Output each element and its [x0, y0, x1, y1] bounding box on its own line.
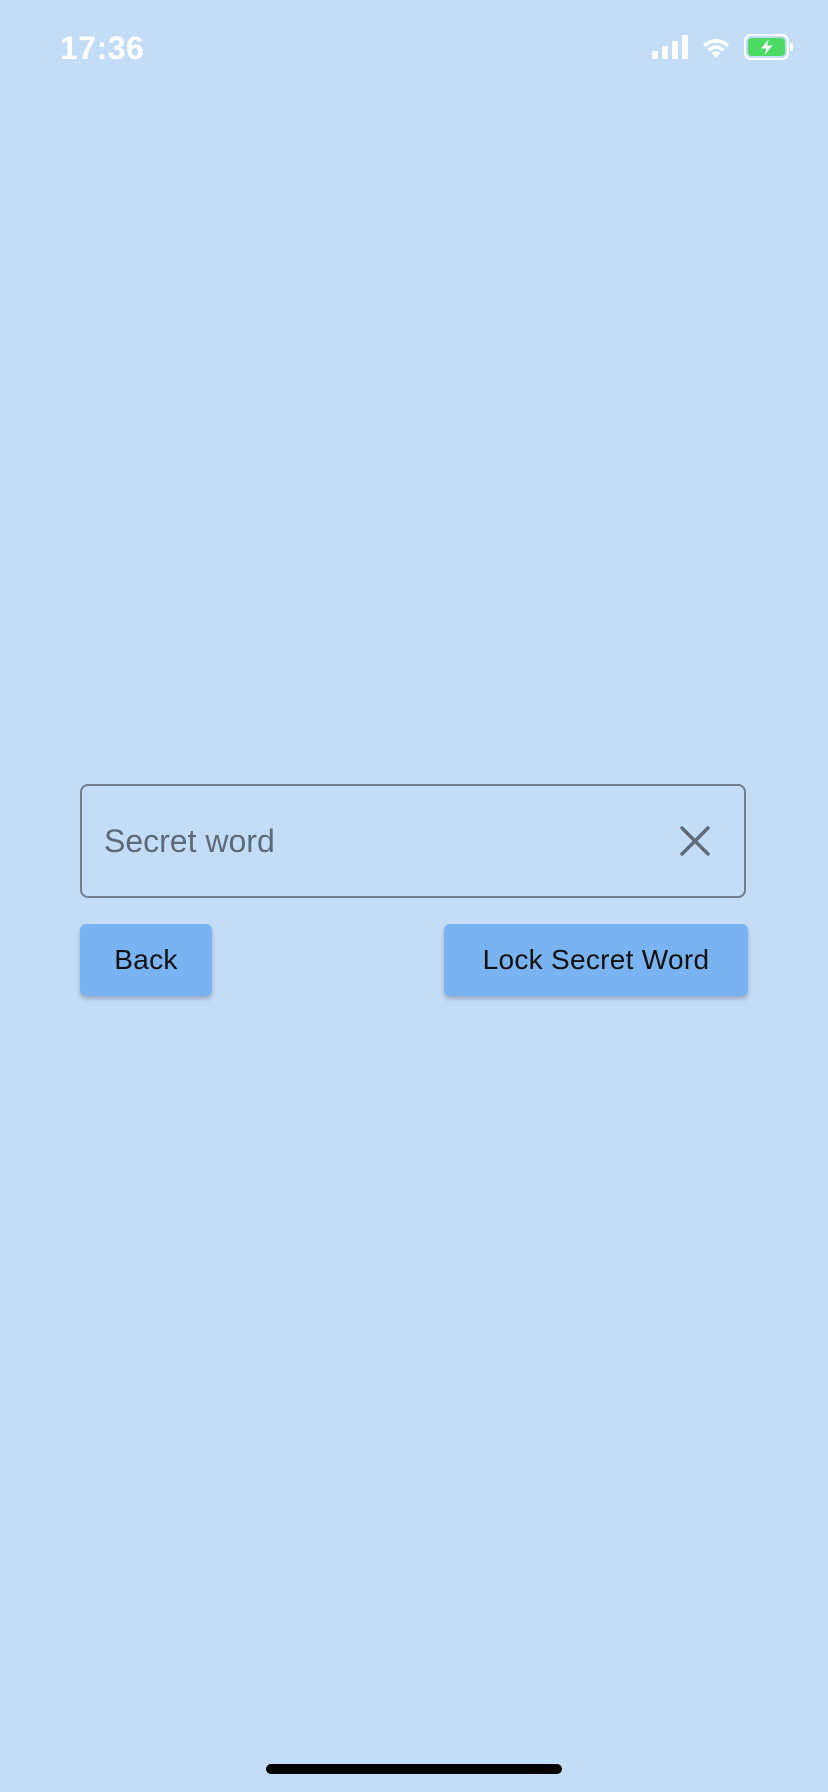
secret-word-input[interactable]	[104, 786, 644, 896]
home-indicator[interactable]	[266, 1764, 562, 1774]
cellular-signal-icon	[652, 34, 688, 64]
status-time: 17:36	[60, 30, 145, 66]
status-bar: 17:36	[0, 0, 828, 100]
battery-charging-icon	[744, 33, 794, 65]
wifi-icon	[700, 35, 732, 64]
secret-word-field[interactable]	[80, 784, 746, 898]
status-icons	[652, 33, 794, 65]
back-button[interactable]: Back	[80, 924, 212, 996]
close-icon[interactable]	[674, 820, 716, 862]
lock-secret-word-button[interactable]: Lock Secret Word	[444, 924, 748, 996]
